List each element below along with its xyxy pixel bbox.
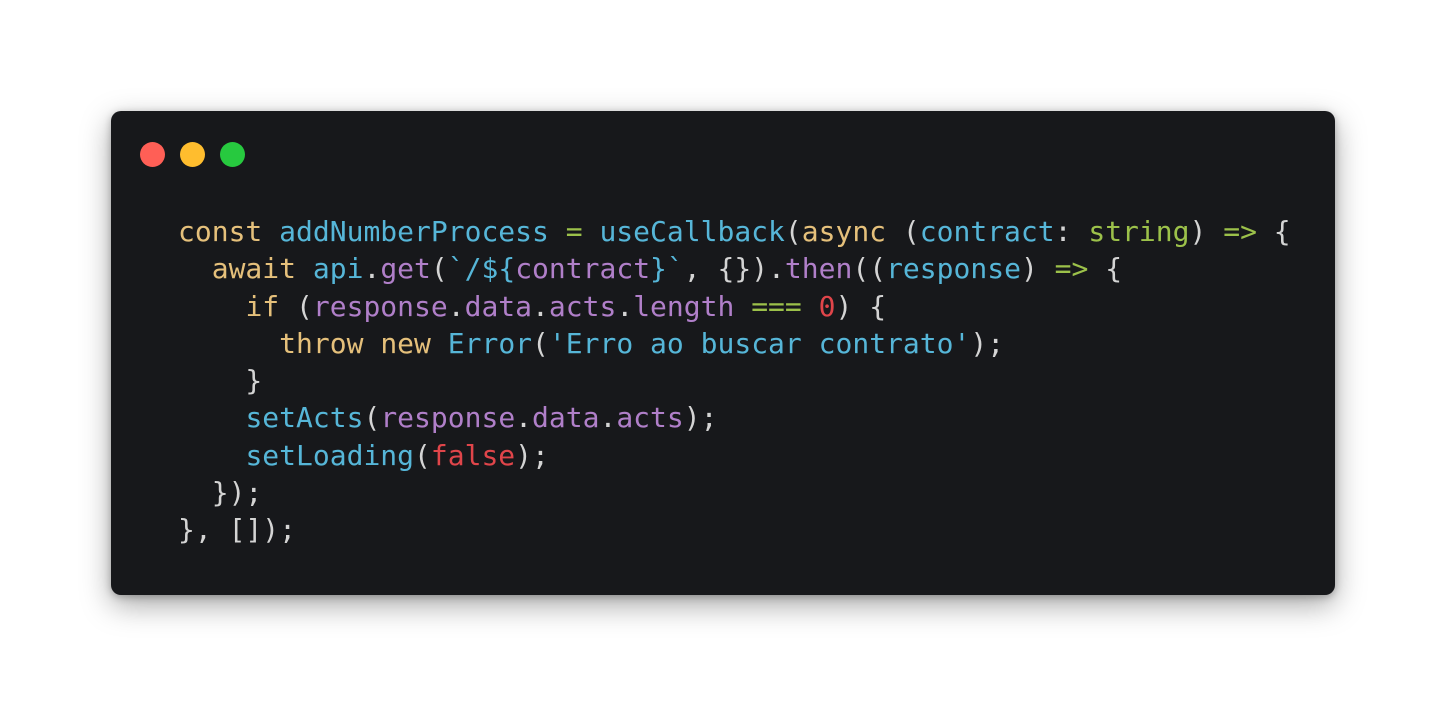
code-token-property: get <box>380 252 431 286</box>
code-token-punct: { <box>1256 215 1291 248</box>
code-token-function: addNumberProcess <box>279 215 549 248</box>
code-token-function: response <box>886 252 1021 286</box>
code-token-punct <box>363 327 380 360</box>
code-token-literal: false <box>430 438 516 472</box>
code-token-punct: . <box>616 289 634 323</box>
code-token-punct: ( <box>784 215 802 248</box>
code-token-punct <box>178 401 245 434</box>
code-token-operator: = <box>565 215 583 248</box>
code-token-punct <box>178 290 245 323</box>
maximize-button[interactable] <box>220 142 245 167</box>
code-token-punct <box>296 252 313 285</box>
code-line: setLoading(false); <box>178 437 1291 474</box>
code-token-function: contract <box>919 215 1055 248</box>
code-token-punct: . <box>363 252 381 286</box>
code-token-punct <box>431 327 448 360</box>
code-token-property: acts <box>548 289 617 323</box>
code-token-punct: ( <box>414 438 431 472</box>
code-token-punct: . <box>515 401 533 435</box>
code-token-punct: . <box>532 289 549 323</box>
code-token-punct: } <box>178 364 263 398</box>
code-token-punct: ( <box>886 215 920 248</box>
code-line: const addNumberProcess = useCallback(asy… <box>178 213 1291 250</box>
code-token-punct: }, []); <box>178 513 297 547</box>
code-token-function: setLoading <box>245 438 415 472</box>
code-token-property: response <box>312 289 448 323</box>
code-token-punct: (( <box>852 252 887 286</box>
code-token-punct: ) <box>1020 252 1055 286</box>
code-token-punct: ); <box>683 401 718 435</box>
code-line: if (response.data.acts.length === 0) { <box>178 288 1291 325</box>
code-token-punct: : <box>1054 215 1089 248</box>
code-token-function: Error <box>447 326 533 360</box>
code-token-punct: }); <box>178 476 263 510</box>
code-token-type: string <box>1088 215 1190 248</box>
code-window: const addNumberProcess = useCallback(asy… <box>111 111 1335 595</box>
code-token-punct: ) <box>1189 215 1224 248</box>
code-token-keyword: new <box>380 326 431 360</box>
code-token-punct: . <box>599 401 617 435</box>
code-token-punct <box>734 290 751 323</box>
code-token-punct <box>583 215 600 248</box>
code-token-number: 0 <box>818 289 836 323</box>
code-token-punct <box>549 215 566 248</box>
code-token-operator: => <box>1054 252 1089 286</box>
code-token-function: useCallback <box>599 215 785 248</box>
code-block: const addNumberProcess = useCallback(asy… <box>178 213 1291 549</box>
code-token-property: response <box>380 401 516 435</box>
code-token-punct: ( <box>363 401 381 435</box>
code-token-punct <box>178 439 245 472</box>
minimize-button[interactable] <box>180 142 205 167</box>
code-token-punct: ( <box>532 326 549 360</box>
code-line: } <box>178 362 1291 399</box>
code-token-property: length <box>633 289 735 323</box>
code-token-property: data <box>532 401 600 435</box>
code-token-string: }` <box>650 252 684 286</box>
code-line: }); <box>178 474 1291 511</box>
code-token-keyword: throw <box>279 326 364 360</box>
code-token-property: acts <box>616 401 684 435</box>
code-token-punct: ) { <box>835 289 887 323</box>
close-button[interactable] <box>140 142 165 167</box>
code-token-property: contract <box>515 252 651 286</box>
code-token-keyword: async <box>801 215 887 248</box>
code-token-punct <box>262 215 279 248</box>
code-token-function: api <box>312 252 364 286</box>
code-token-property: then <box>784 252 853 286</box>
code-token-punct <box>178 252 212 285</box>
code-token-punct: , {}). <box>683 252 785 286</box>
code-token-punct <box>178 327 279 360</box>
code-token-punct: ( <box>279 289 313 323</box>
code-token-punct <box>802 290 819 323</box>
code-token-keyword: if <box>245 289 280 323</box>
code-line: setActs(response.data.acts); <box>178 399 1291 436</box>
code-token-keyword: const <box>178 215 263 248</box>
code-line: throw new Error('Erro ao buscar contrato… <box>178 325 1291 362</box>
code-token-operator: === <box>751 289 802 323</box>
code-token-keyword: await <box>211 252 297 286</box>
code-token-operator: => <box>1223 215 1257 248</box>
code-token-punct: . <box>447 289 465 323</box>
code-line: await api.get(`/${contract}`, {}).then((… <box>178 250 1291 287</box>
code-token-punct: { <box>1088 252 1123 286</box>
code-token-property: data <box>464 289 533 323</box>
code-token-string: 'Erro ao buscar contrato' <box>548 326 971 360</box>
code-token-string: `/${ <box>447 252 516 286</box>
code-line: }, []); <box>178 511 1291 548</box>
code-token-punct: ); <box>515 438 549 472</box>
code-token-function: setActs <box>245 401 364 435</box>
code-token-punct: ( <box>430 252 448 286</box>
code-token-punct: ); <box>970 326 1005 360</box>
